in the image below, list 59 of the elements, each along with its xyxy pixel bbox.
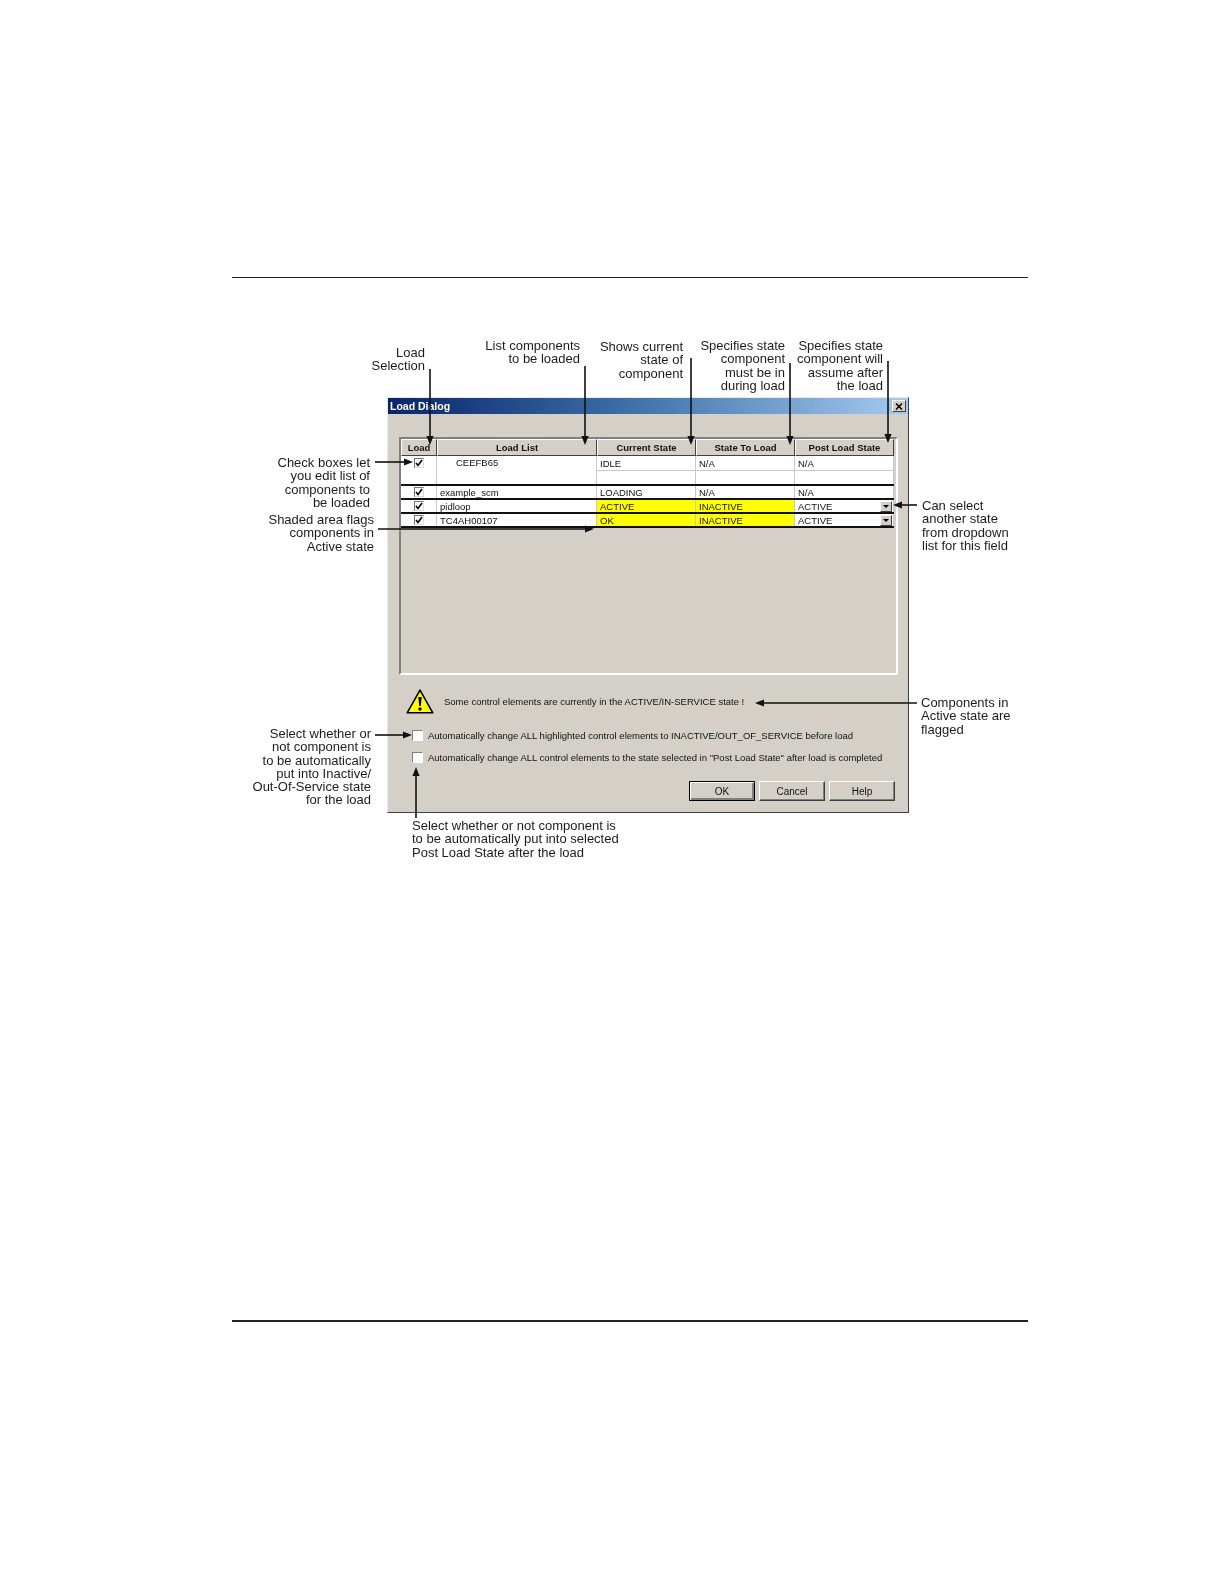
table-cell: ACTIVE	[597, 500, 696, 512]
table-cell: INACTIVE	[696, 514, 795, 526]
dialog-button[interactable]: Help	[829, 781, 895, 801]
table-row[interactable]: TC4AH00107 OK INACTIVE ACTIVE	[401, 514, 894, 528]
dialog-button[interactable]: Cancel	[759, 781, 825, 801]
table-cell: OK	[597, 514, 696, 526]
callout-arrow	[374, 731, 412, 739]
callout-text: Select whether or not component is to be automatically put into selected Post Load State after the load	[412, 819, 619, 859]
warning-message: Some control elements are currently in the ACTIVE/IN-SERVICE state !	[444, 696, 745, 707]
callout-arrow	[374, 458, 413, 466]
callout-text: Specifies state component must be in during load	[700, 339, 785, 393]
close-button[interactable]	[892, 400, 906, 412]
table-cell: CEEFB65	[437, 456, 597, 484]
callout-text: Load Selection	[371, 346, 425, 373]
table-cell-text: N/A	[698, 456, 716, 470]
dropdown-field[interactable]: ACTIVE	[795, 500, 894, 512]
callout-text: Shows current state of component	[599, 340, 683, 380]
table-cell-text: N/A	[797, 456, 815, 470]
table-row[interactable]: CEEFB65 IDLE N/A N/A	[401, 456, 894, 486]
check-icon	[414, 459, 423, 467]
column-header[interactable]: Load List	[437, 439, 597, 456]
column-header[interactable]: Load	[401, 439, 437, 456]
checkbox[interactable]	[413, 458, 424, 468]
table-cell: N/A	[696, 486, 795, 498]
checkbox-label[interactable]: Automatically change ALL control elements to the state selected in "Post Load State" after load is completed	[428, 752, 883, 763]
callout-text: Shaded area flags components in Active state	[268, 513, 374, 553]
dropdown-field[interactable]: ACTIVE	[795, 514, 894, 526]
checkbox[interactable]	[413, 487, 424, 497]
checkbox[interactable]	[413, 515, 424, 525]
table-cell: INACTIVE	[696, 500, 795, 512]
callout-text: Specifies state component will assume after the load	[797, 339, 883, 393]
callout-text: Check boxes let you edit list of components to be loaded	[277, 456, 370, 510]
table-cell: example_scm	[437, 486, 597, 498]
window-title: Load Dialog	[390, 400, 451, 412]
callout-text: Select whether or not component is to be automatically put into Inactive/ Out-Of-Service state for the load	[252, 727, 371, 807]
table-cell: LOADING	[597, 486, 696, 498]
callout-text: Can select another state from dropdown list for this field	[922, 499, 1009, 553]
dialog-button[interactable]: OK	[689, 781, 755, 801]
checkbox[interactable]	[412, 730, 423, 741]
checkbox[interactable]	[412, 752, 423, 763]
dropdown-button[interactable]	[880, 500, 892, 512]
dropdown-button[interactable]	[880, 514, 892, 526]
table-cell: N/A	[795, 486, 894, 498]
callout-text: List components to be loaded	[485, 339, 580, 366]
checkbox-label[interactable]: Automatically change ALL highlighted control elements to INACTIVE/OUT_OF_SERVICE before load	[428, 730, 854, 741]
table-row[interactable]: example_scm LOADING N/A N/A	[401, 486, 894, 500]
close-icon	[895, 402, 903, 410]
caret-icon	[883, 504, 889, 508]
table-row[interactable]: pidloop ACTIVE INACTIVE ACTIVE	[401, 500, 894, 514]
checkbox[interactable]	[413, 501, 424, 511]
callout-arrow	[893, 501, 918, 509]
callout-arrow	[412, 767, 420, 819]
caret-icon	[883, 518, 889, 522]
table-cell-text: IDLE	[599, 456, 623, 470]
callout-text: Components in Active state are flagged	[921, 696, 1011, 736]
column-header[interactable]: State To Load	[696, 439, 795, 456]
column-header[interactable]: Current State	[597, 439, 696, 456]
column-header[interactable]: Post Load State	[795, 439, 894, 456]
warning-icon	[406, 689, 434, 714]
